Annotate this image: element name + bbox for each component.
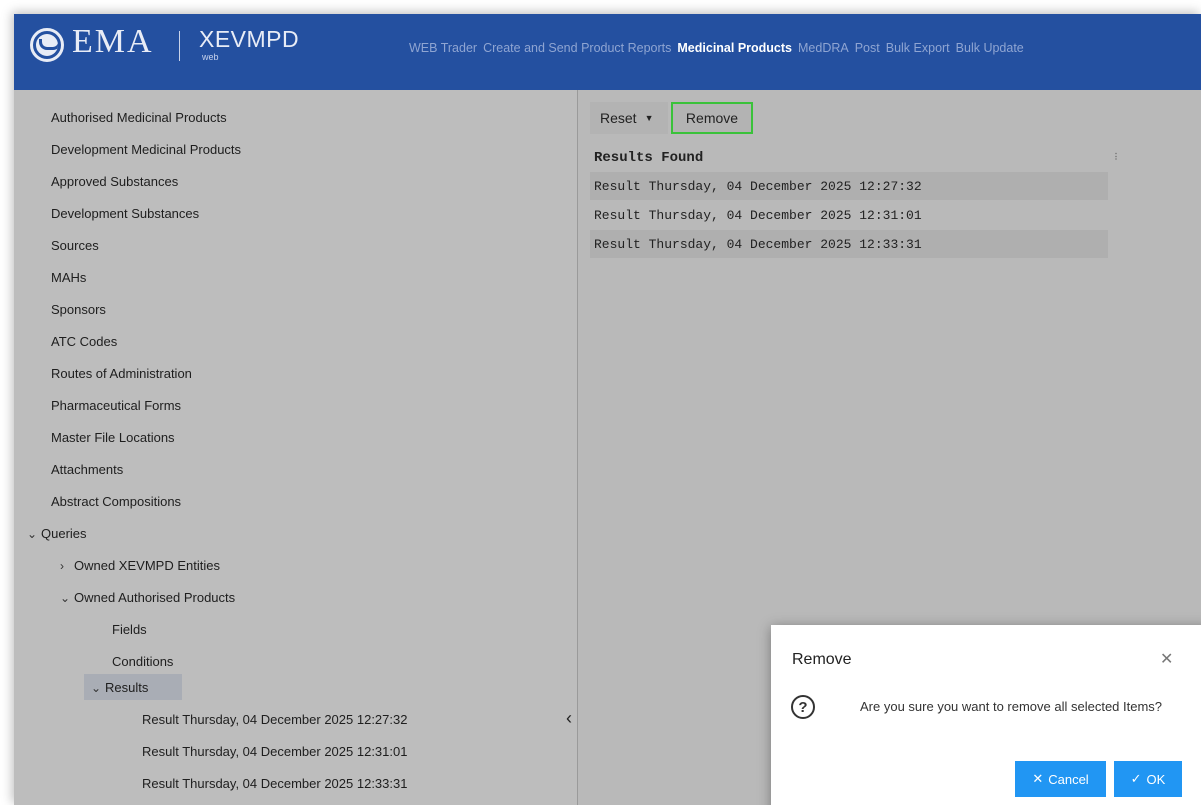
results-column-header[interactable]: Results Found ⋮ [590,145,1120,171]
remove-confirm-dialog: Remove ✕ ? Are you sure you want to remo… [771,625,1201,805]
reset-label: Reset [600,110,637,126]
tree-item-atc-codes[interactable]: ATC Codes [51,334,117,349]
close-icon[interactable]: ✕ [1160,649,1173,669]
cancel-button[interactable]: ✕ Cancel [1015,761,1106,797]
tree-item-result[interactable]: Result Thursday, 04 December 2025 12:31:… [142,744,407,759]
product-name: XEVMPD [199,26,300,52]
results-header-label: Results Found [594,150,704,166]
nav-post[interactable]: Post [855,41,880,55]
column-resize-icon[interactable]: ⋮ [1112,152,1120,162]
tree-item-results[interactable]: ⌄ Results [91,680,148,695]
product-subtitle: web [202,52,219,62]
tree-item-fields[interactable]: Fields [112,622,147,637]
ok-button[interactable]: ✓ OK [1114,761,1182,797]
tree-item-approved-substances[interactable]: Approved Substances [51,174,178,189]
top-header: EMA XEVMPD web WEB Trader Create and Sen… [14,14,1201,90]
chevron-down-icon: ⌄ [91,681,102,695]
brand-name: EMA [72,23,154,60]
tree-label-results: Results [105,680,149,695]
tree-item-result[interactable]: Result Thursday, 04 December 2025 12:27:… [142,712,407,727]
ema-logo-icon [30,28,64,62]
check-icon: ✓ [1130,771,1142,786]
tree-label-owned-entities: Owned XEVMPD Entities [74,558,220,573]
tree-item-queries[interactable]: ⌄ Queries [27,526,87,541]
tree-item-result[interactable]: Result Thursday, 04 December 2025 12:33:… [142,776,407,791]
cancel-label: Cancel [1048,771,1089,787]
remove-button[interactable]: Remove [671,102,753,134]
tree-item-development-medicinal-products[interactable]: Development Medicinal Products [51,142,241,157]
caret-down-icon: ▼ [644,113,654,123]
nav-bulk-update[interactable]: Bulk Update [956,41,1024,55]
tree-item-sponsors[interactable]: Sponsors [51,302,106,317]
brand-divider [179,31,180,61]
nav-bulk-export[interactable]: Bulk Export [886,41,950,55]
tree-item-master-file-locations[interactable]: Master File Locations [51,430,175,445]
tree-item-mahs[interactable]: MAHs [51,270,86,285]
tree-item-abstract-compositions[interactable]: Abstract Compositions [51,494,181,509]
nav-web-trader[interactable]: WEB Trader [409,41,477,55]
nav-meddra[interactable]: MedDRA [798,41,849,55]
table-row[interactable]: Result Thursday, 04 December 2025 12:27:… [590,172,1108,200]
chevron-down-icon: ⌄ [60,591,71,605]
collapse-panel-icon[interactable]: ‹ [566,708,572,729]
dialog-title: Remove [792,651,852,668]
chevron-down-icon: ⌄ [27,527,38,541]
dialog-message: Are you sure you want to remove all sele… [860,699,1163,714]
table-row[interactable]: Result Thursday, 04 December 2025 12:33:… [590,230,1108,258]
table-row[interactable]: Result Thursday, 04 December 2025 12:31:… [590,201,1108,229]
reset-button[interactable]: Reset ▼ [590,102,668,134]
tree-item-conditions[interactable]: Conditions [112,654,173,669]
tree-item-owned-authorised-products[interactable]: ⌄ Owned Authorised Products [60,590,235,605]
tree-item-owned-xevmpd-entities[interactable]: › Owned XEVMPD Entities [60,558,220,573]
tree-item-pharmaceutical-forms[interactable]: Pharmaceutical Forms [51,398,181,413]
x-icon: ✕ [1032,771,1044,786]
tree-label-queries: Queries [41,526,87,541]
ok-label: OK [1146,771,1166,787]
chevron-right-icon: › [60,559,64,573]
main-nav: WEB Trader Create and Send Product Repor… [409,41,1024,55]
nav-create-send-reports[interactable]: Create and Send Product Reports [483,41,671,55]
tree-item-development-substances[interactable]: Development Substances [51,206,199,221]
tree-item-attachments[interactable]: Attachments [51,462,123,477]
tree-item-routes-of-administration[interactable]: Routes of Administration [51,366,192,381]
app-window: EMA XEVMPD web WEB Trader Create and Sen… [14,14,1201,805]
tree-item-sources[interactable]: Sources [51,238,99,253]
navigation-tree: Authorised Medicinal Products Developmen… [14,90,577,805]
tree-item-authorised-medicinal-products[interactable]: Authorised Medicinal Products [51,110,227,125]
question-icon: ? [791,695,815,719]
nav-medicinal-products[interactable]: Medicinal Products [677,41,792,55]
tree-label-owned-authorised: Owned Authorised Products [74,590,236,605]
